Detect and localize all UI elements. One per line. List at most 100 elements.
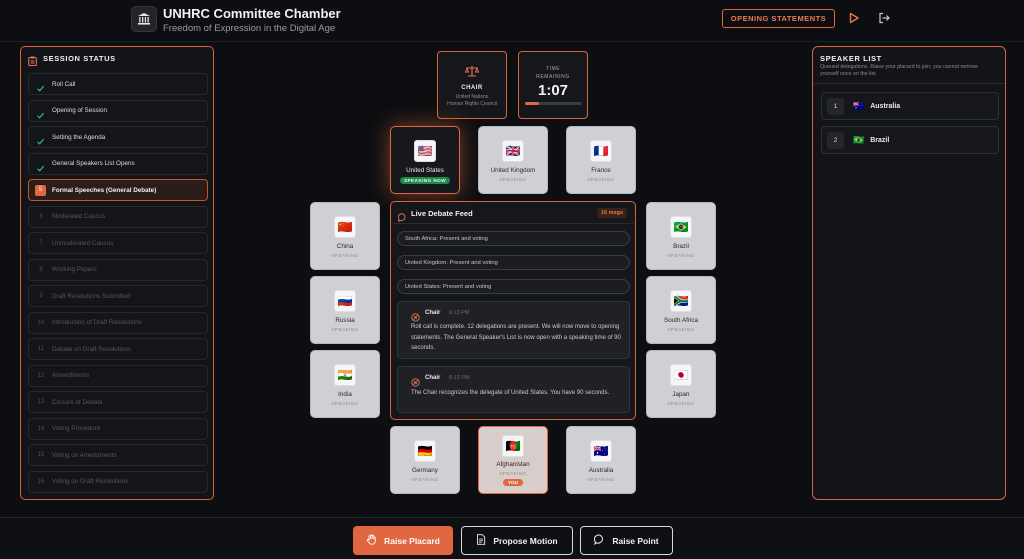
- seat-russia[interactable]: 🇷🇺 Russia SPEAKING: [310, 276, 380, 344]
- seat-status: SPEAKING: [667, 253, 695, 258]
- seat-germany[interactable]: 🇩🇪 Germany SPEAKING: [390, 426, 460, 494]
- seat-south-africa[interactable]: 🇿🇦 South Africa SPEAKING: [646, 276, 716, 344]
- session-step: 10 Introduction of Draft Resolutions: [28, 311, 208, 334]
- step-number: 15: [37, 452, 45, 458]
- timer-progress-fill: [524, 102, 539, 105]
- speaker-list-item: 2 🇧🇷 Brazil: [821, 126, 999, 154]
- step-label: Voting Procedure: [52, 425, 101, 432]
- flag-icon: 🇿🇦: [670, 290, 692, 312]
- feed-pill: South Africa: Present and voting: [397, 231, 630, 246]
- session-status-title: SESSION STATUS: [43, 54, 116, 63]
- step-number: 7: [39, 240, 43, 246]
- chair-label: CHAIR: [461, 85, 483, 91]
- seat-australia[interactable]: 🇦🇺 Australia SPEAKING: [566, 426, 636, 494]
- checkmark-icon: [36, 80, 45, 98]
- feed-message: Chair 6:13 PM The Chair recognizes the d…: [397, 366, 630, 413]
- session-step: 13 Closure of Debate: [28, 391, 208, 413]
- step-number: 6: [39, 213, 43, 220]
- step-label: Draft Resolutions Submitted: [52, 292, 131, 300]
- seat-name: France: [591, 167, 611, 174]
- play-icon[interactable]: [847, 11, 861, 25]
- speaker-position: 2: [827, 131, 844, 149]
- step-number: 10: [37, 319, 45, 326]
- raise-placard-button[interactable]: Raise Placard: [353, 526, 453, 555]
- seat-status: SPEAKING: [499, 471, 527, 476]
- raise-point-button[interactable]: Raise Point: [580, 526, 673, 555]
- seat-india[interactable]: 🇮🇳 India SPEAKING: [310, 350, 380, 418]
- step-label: Amendments: [52, 372, 90, 379]
- session-step: 9 Draft Resolutions Submitted: [28, 285, 208, 307]
- flag-icon: 🇦🇺: [853, 100, 865, 111]
- step-label: Debate on Draft Resolutions: [52, 345, 132, 353]
- document-icon: [476, 534, 486, 547]
- flag-icon: 🇮🇳: [334, 364, 356, 386]
- message-count-badge: 16 msgs: [596, 208, 627, 218]
- logout-icon[interactable]: [877, 11, 891, 25]
- chair-org: United Nations Human Rights Council: [447, 94, 497, 107]
- session-step: 15 Voting on Amendments: [28, 444, 208, 466]
- seat-brazil[interactable]: 🇧🇷 Brazil SPEAKING: [646, 202, 716, 270]
- live-debate-feed: Live Debate Feed 16 msgs South Africa: P…: [390, 201, 636, 420]
- flag-icon: 🇨🇳: [334, 216, 356, 238]
- seat-status: SPEAKING: [411, 477, 439, 482]
- seat-name: United Kingdom: [490, 167, 536, 174]
- step-label: Closure of Debate: [52, 398, 103, 406]
- page-title: UNHRC Committee Chamber: [163, 6, 341, 21]
- speaker-position: 1: [827, 97, 844, 115]
- session-step: 14 Voting Procedure: [28, 417, 208, 440]
- seat-name: Russia: [335, 317, 355, 324]
- feed-pill: United States: Present and voting: [397, 279, 630, 294]
- flag-icon: 🇩🇪: [414, 440, 436, 462]
- session-step: Roll Call: [28, 73, 208, 95]
- step-number: 13: [37, 399, 45, 405]
- session-step: 12 Amendments: [28, 364, 208, 387]
- session-step: 11 Debate on Draft Resolutions: [28, 338, 208, 360]
- checkmark-icon: [36, 107, 45, 125]
- propose-motion-button[interactable]: Propose Motion: [461, 526, 573, 555]
- seat-status: SPEAKING: [331, 253, 359, 258]
- message-author: Chair: [425, 375, 441, 381]
- flag-icon: 🇧🇷: [853, 134, 865, 145]
- seat-china[interactable]: 🇨🇳 China SPEAKING: [310, 202, 380, 270]
- step-label: Unmoderated Caucus: [52, 239, 114, 247]
- message-body: Roll call is complete. 12 delegations ar…: [411, 324, 621, 351]
- step-label: Formal Speeches (General Debate): [52, 186, 157, 194]
- session-status-panel: SESSION STATUS Roll Call Opening of Sessi…: [20, 46, 214, 500]
- speaker-name: Australia: [870, 102, 901, 110]
- seat-name: Australia: [588, 467, 614, 474]
- feed-message: Chair 6:13 PM Roll call is complete. 12 …: [397, 301, 630, 359]
- flag-icon: 🇦🇫: [502, 435, 524, 457]
- checkmark-icon: [36, 160, 45, 178]
- step-number: 8: [39, 266, 43, 273]
- chat-bubble-icon: [594, 534, 605, 547]
- session-step: Opening of Session: [28, 99, 208, 125]
- session-step: General Speakers List Opens: [28, 152, 208, 178]
- opening-statements-button[interactable]: OPENING STATEMENTS: [722, 9, 835, 28]
- step-label: Voting on Draft Resolutions: [52, 478, 129, 485]
- clipboard-icon: [28, 53, 37, 71]
- message-time: 6:13 PM: [449, 375, 470, 381]
- propose-motion-label: Propose Motion: [493, 535, 558, 546]
- speaking-now-badge: SPEAKING NOW: [399, 177, 451, 184]
- seat-france[interactable]: 🇫🇷 France SPEAKING: [566, 126, 636, 194]
- seat-japan[interactable]: 🇯🇵 Japan SPEAKING: [646, 350, 716, 418]
- step-label: General Speakers List Opens: [52, 160, 135, 167]
- seat-status: SPEAKING: [587, 477, 615, 482]
- seat-united-states[interactable]: 🇺🇸 United States SPEAKING NOW: [390, 126, 460, 194]
- seat-afghanistan[interactable]: 🇦🇫 Afghanistan SPEAKING YOU: [478, 426, 548, 494]
- seat-united-kingdom[interactable]: 🇬🇧 United Kingdom SPEAKING: [478, 126, 548, 194]
- step-label: Working Papers: [52, 266, 97, 273]
- message-body: The Chair recognizes the delegate of Uni…: [411, 390, 610, 396]
- flag-icon: 🇺🇸: [414, 140, 436, 162]
- step-number: 9: [39, 293, 43, 299]
- seat-status: SPEAKING: [587, 177, 615, 182]
- timer-label: TIME REMAINING: [536, 66, 570, 80]
- seat-name: Germany: [412, 467, 438, 474]
- chair-card: CHAIR United Nations Human Rights Counci…: [437, 51, 507, 119]
- message-time: 6:13 PM: [449, 310, 470, 316]
- step-label: Voting on Amendments: [52, 451, 117, 459]
- feed-pill: United Kingdom: Present and voting: [397, 255, 630, 270]
- timer-progress-track: [524, 102, 582, 105]
- seat-name: China: [336, 243, 354, 250]
- feed-divider: [391, 223, 634, 224]
